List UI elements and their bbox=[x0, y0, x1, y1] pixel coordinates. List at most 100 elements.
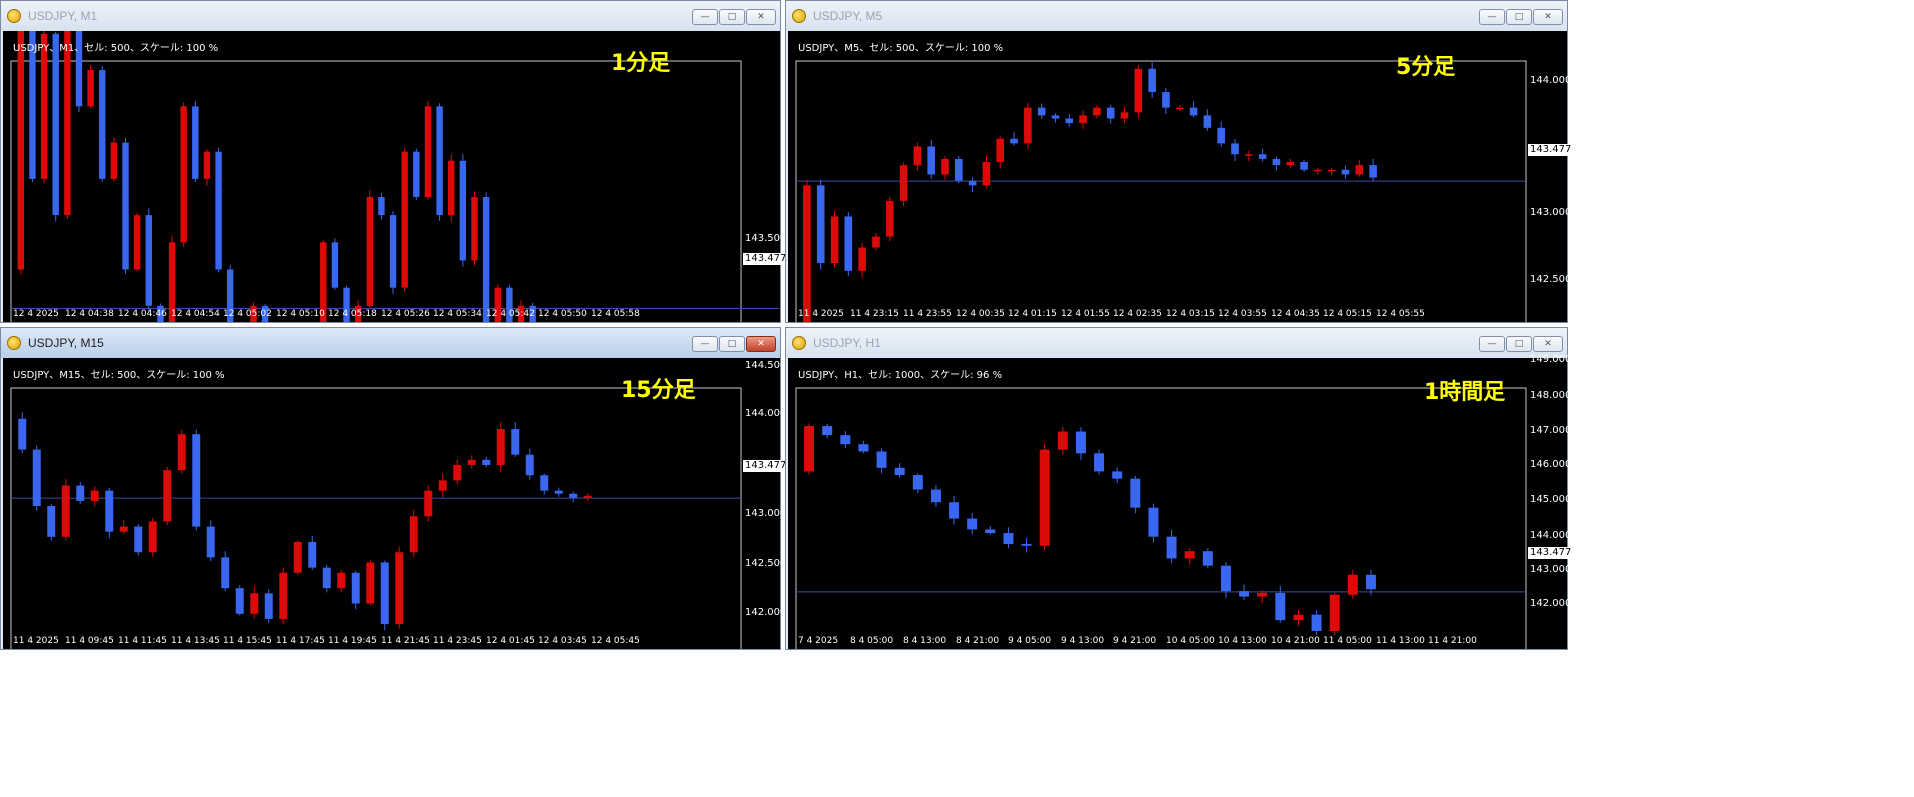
window-title: USDJPY, H1 bbox=[813, 336, 881, 350]
y-axis-tick: 143.500 bbox=[745, 233, 787, 244]
chart-window-m1[interactable]: USDJPY, M1 — □ ✕ USDJPY、M1、セル: 500、スケール:… bbox=[0, 0, 789, 323]
x-axis-tick: 12 4 01:45 bbox=[486, 636, 535, 646]
plot-frame bbox=[10, 60, 742, 322]
candle-body bbox=[1184, 551, 1195, 559]
y-axis-tick: 149.000 bbox=[1530, 354, 1572, 365]
candle-body bbox=[1369, 165, 1377, 178]
chart-window-h1[interactable]: USDJPY, H1 — □ ✕ USDJPY、H1、セル: 1000、スケール… bbox=[785, 327, 1574, 650]
x-axis-tick: 12 4 04:46 bbox=[118, 309, 167, 319]
maximize-button[interactable]: □ bbox=[719, 9, 745, 25]
x-axis-tick: 12 4 05:50 bbox=[538, 309, 587, 319]
candle-body bbox=[967, 518, 978, 530]
candle-body bbox=[134, 526, 143, 553]
candle-body bbox=[949, 502, 960, 519]
candle-body bbox=[215, 151, 222, 270]
y-axis-tick: 142.000 bbox=[745, 607, 787, 618]
window-titlebar[interactable]: USDJPY, M15 — □ ✕ bbox=[1, 328, 780, 358]
close-button[interactable]: ✕ bbox=[746, 9, 776, 25]
window-titlebar[interactable]: USDJPY, M1 — □ ✕ bbox=[1, 1, 780, 31]
candle-body bbox=[858, 247, 866, 271]
x-axis-tick: 12 4 05:26 bbox=[381, 309, 430, 319]
candle-body bbox=[192, 106, 199, 179]
x-axis-tick: 11 4 2025 bbox=[13, 636, 59, 646]
candle-body bbox=[1220, 565, 1231, 592]
y-axis-tick: 143.000 bbox=[1530, 564, 1572, 575]
candle-body bbox=[1112, 471, 1123, 479]
candle-body bbox=[87, 70, 94, 107]
minimize-button[interactable]: — bbox=[692, 9, 718, 25]
candle-body bbox=[203, 151, 211, 179]
candle-body bbox=[40, 33, 48, 179]
maximize-button[interactable]: □ bbox=[719, 336, 745, 352]
candle-body bbox=[119, 526, 128, 532]
x-axis-tick: 12 4 04:35 bbox=[1271, 309, 1320, 319]
x-axis-tick: 12 4 05:42 bbox=[486, 309, 535, 319]
candle-body bbox=[192, 434, 201, 527]
candle-body bbox=[968, 180, 977, 186]
minimize-button[interactable]: — bbox=[1479, 9, 1505, 25]
candle-body bbox=[424, 106, 432, 197]
candle-body bbox=[1130, 478, 1141, 508]
candle-body bbox=[816, 185, 825, 264]
candle-body bbox=[47, 506, 56, 537]
maximize-button[interactable]: □ bbox=[1506, 9, 1532, 25]
x-axis-tick: 12 4 01:15 bbox=[1008, 309, 1057, 319]
x-axis-tick: 11 4 23:45 bbox=[433, 636, 482, 646]
candle-body bbox=[61, 485, 70, 537]
candle-body bbox=[148, 521, 157, 553]
price-chart[interactable]: USDJPY、M1、セル: 500、スケール: 100 % 1分足 143.50… bbox=[3, 31, 789, 322]
candle-body bbox=[1094, 453, 1105, 472]
maximize-button[interactable]: □ bbox=[1506, 336, 1532, 352]
candle-body bbox=[583, 495, 592, 498]
candle-body bbox=[1024, 107, 1032, 144]
price-chart[interactable]: USDJPY、M15、セル: 500、スケール: 100 % 15分足 144.… bbox=[3, 358, 789, 649]
close-button[interactable]: ✕ bbox=[1533, 9, 1563, 25]
candle-body bbox=[331, 242, 339, 288]
candle-body bbox=[351, 572, 360, 604]
candle-body bbox=[830, 216, 839, 264]
current-price-label: 143.477 bbox=[1528, 144, 1574, 156]
candle-body bbox=[308, 541, 317, 568]
candle-body bbox=[322, 567, 331, 589]
candle-body bbox=[163, 470, 172, 522]
x-axis-tick: 11 4 13:00 bbox=[1376, 636, 1425, 646]
price-chart[interactable]: USDJPY、H1、セル: 1000、スケール: 96 % 1時間足 149.0… bbox=[788, 354, 1574, 649]
y-axis-tick: 144.000 bbox=[1530, 75, 1572, 86]
candle-body bbox=[1065, 118, 1074, 124]
chart-window-m15[interactable]: USDJPY, M15 — □ ✕ USDJPY、M15、セル: 500、スケー… bbox=[0, 327, 789, 650]
candle-body bbox=[424, 490, 433, 517]
candle-body bbox=[32, 449, 41, 507]
y-axis-tick: 144.000 bbox=[1530, 530, 1572, 541]
candle-body bbox=[206, 526, 215, 558]
candle-body bbox=[1329, 594, 1340, 631]
window-titlebar[interactable]: USDJPY, H1 — □ ✕ bbox=[786, 328, 1567, 358]
y-axis-tick: 142.500 bbox=[745, 558, 787, 569]
x-axis-tick: 12 4 05:15 bbox=[1323, 309, 1372, 319]
candle-body bbox=[99, 70, 106, 179]
chart-window-m5[interactable]: USDJPY, M5 — □ ✕ USDJPY、M5、セル: 500、スケール:… bbox=[785, 0, 1574, 323]
candle-body bbox=[409, 516, 418, 553]
window-title: USDJPY, M15 bbox=[28, 336, 104, 350]
close-button[interactable]: ✕ bbox=[1533, 336, 1563, 352]
price-chart[interactable]: USDJPY、M5、セル: 500、スケール: 100 % 5分足 144.00… bbox=[788, 31, 1574, 322]
x-axis-tick: 9 4 05:00 bbox=[1008, 636, 1052, 646]
candle-body bbox=[264, 593, 273, 619]
candle-body bbox=[941, 158, 949, 175]
x-axis-tick: 12 4 04:54 bbox=[171, 309, 220, 319]
candle-body bbox=[1311, 614, 1322, 631]
x-axis-tick: 11 4 09:45 bbox=[65, 636, 114, 646]
minimize-button[interactable]: — bbox=[692, 336, 718, 352]
window-titlebar[interactable]: USDJPY, M5 — □ ✕ bbox=[786, 1, 1567, 31]
candle-body bbox=[395, 552, 404, 625]
minimize-button[interactable]: — bbox=[1479, 336, 1505, 352]
candle-body bbox=[482, 459, 491, 465]
candle-body bbox=[1134, 68, 1143, 113]
x-axis-tick: 11 4 05:00 bbox=[1323, 636, 1372, 646]
candle-body bbox=[804, 426, 815, 472]
close-button[interactable]: ✕ bbox=[746, 336, 776, 352]
candle-body bbox=[1093, 107, 1101, 116]
y-axis-tick: 142.500 bbox=[1530, 274, 1572, 285]
candle-body bbox=[822, 426, 833, 436]
window-title: USDJPY, M5 bbox=[813, 9, 883, 23]
candle-body bbox=[996, 138, 1005, 163]
